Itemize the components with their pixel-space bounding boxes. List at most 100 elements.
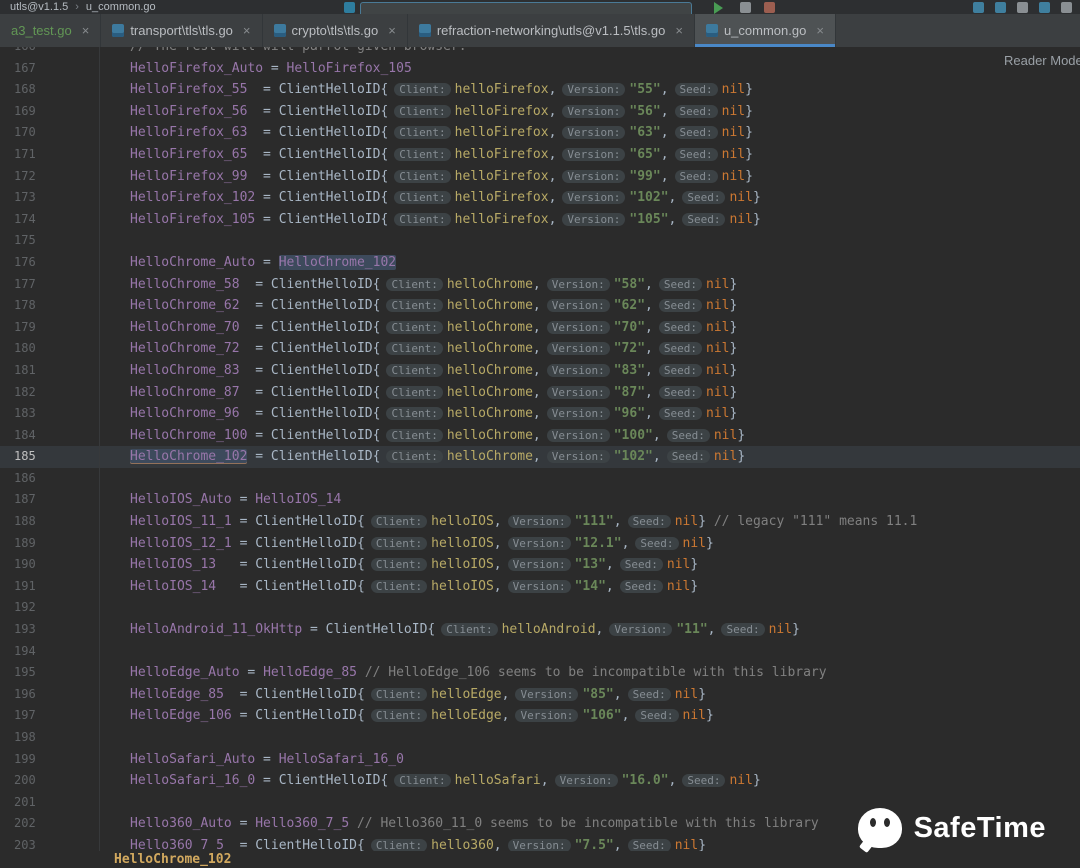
line-number[interactable]: 173 <box>0 187 100 209</box>
line-number[interactable]: 191 <box>0 576 100 598</box>
build-icon[interactable] <box>740 2 751 13</box>
code-line[interactable]: 200HelloSafari_16_0 = ClientHelloID{Clie… <box>0 770 1080 792</box>
code-text: HelloIOS_12_1 = ClientHelloID{Client:hel… <box>100 533 714 555</box>
breadcrumb-module[interactable]: utls@v1.1.5 <box>10 1 68 13</box>
code-line[interactable]: 180HelloChrome_72 = ClientHelloID{Client… <box>0 338 1080 360</box>
line-number[interactable]: 196 <box>0 684 100 706</box>
code-line[interactable]: 184HelloChrome_100 = ClientHelloID{Clien… <box>0 425 1080 447</box>
code-text: HelloSafari_16_0 = ClientHelloID{Client:… <box>100 770 761 792</box>
line-number[interactable]: 190 <box>0 554 100 576</box>
line-number[interactable]: 167 <box>0 58 100 80</box>
editor-tab[interactable]: crypto\tls\tls.go× <box>263 14 408 47</box>
code-line[interactable]: 176HelloChrome_Auto = HelloChrome_102 <box>0 252 1080 274</box>
tab-close-icon[interactable]: × <box>243 23 251 38</box>
line-number[interactable]: 178 <box>0 295 100 317</box>
line-number[interactable]: 176 <box>0 252 100 274</box>
run-button[interactable] <box>714 2 723 14</box>
profiler-icon[interactable] <box>973 2 984 13</box>
line-number[interactable]: 175 <box>0 230 100 252</box>
code-line[interactable]: 193HelloAndroid_11_OkHttp = ClientHelloI… <box>0 619 1080 641</box>
notifications-bell-icon[interactable] <box>1039 2 1050 13</box>
line-number[interactable]: 192 <box>0 597 100 619</box>
line-number[interactable]: 201 <box>0 792 100 814</box>
code-line[interactable]: 188HelloIOS_11_1 = ClientHelloID{Client:… <box>0 511 1080 533</box>
line-number[interactable]: 202 <box>0 813 100 835</box>
line-number[interactable]: 198 <box>0 727 100 749</box>
line-number[interactable]: 169 <box>0 101 100 123</box>
code-text <box>100 727 130 749</box>
reader-mode-toggle[interactable]: Reader Mode <box>1004 53 1080 68</box>
line-number[interactable]: 193 <box>0 619 100 641</box>
settings-gear-icon[interactable] <box>1017 2 1028 13</box>
breadcrumb-current-symbol[interactable]: HelloChrome_102 <box>114 852 231 867</box>
editor-tab[interactable]: transport\tls\tls.go× <box>101 14 262 47</box>
code-line[interactable]: 182HelloChrome_87 = ClientHelloID{Client… <box>0 382 1080 404</box>
code-line[interactable]: 166// The rest will will parrot given br… <box>0 47 1080 58</box>
code-line[interactable]: 171HelloFirefox_65 = ClientHelloID{Clien… <box>0 144 1080 166</box>
line-number[interactable]: 195 <box>0 662 100 684</box>
code-line[interactable]: 175 <box>0 230 1080 252</box>
code-line[interactable]: 168HelloFirefox_55 = ClientHelloID{Clien… <box>0 79 1080 101</box>
line-number[interactable]: 200 <box>0 770 100 792</box>
code-line[interactable]: 183HelloChrome_96 = ClientHelloID{Client… <box>0 403 1080 425</box>
run-config-icon[interactable] <box>344 2 355 13</box>
line-number[interactable]: 180 <box>0 338 100 360</box>
code-line[interactable]: 172HelloFirefox_99 = ClientHelloID{Clien… <box>0 166 1080 188</box>
line-number[interactable]: 189 <box>0 533 100 555</box>
search-everywhere-icon[interactable] <box>995 2 1006 13</box>
line-number[interactable]: 186 <box>0 468 100 490</box>
line-number[interactable]: 182 <box>0 382 100 404</box>
code-line[interactable]: 192 <box>0 597 1080 619</box>
line-number[interactable]: 194 <box>0 641 100 663</box>
code-line[interactable]: 167HelloFirefox_Auto = HelloFirefox_105 <box>0 58 1080 80</box>
line-number[interactable]: 183 <box>0 403 100 425</box>
layout-icon[interactable] <box>1061 2 1072 13</box>
search-field[interactable] <box>360 2 692 14</box>
line-number[interactable]: 177 <box>0 274 100 296</box>
line-number[interactable]: 166 <box>0 47 100 58</box>
line-number[interactable]: 187 <box>0 489 100 511</box>
line-number[interactable]: 199 <box>0 749 100 771</box>
code-line[interactable]: 198 <box>0 727 1080 749</box>
line-number[interactable]: 174 <box>0 209 100 231</box>
tab-close-icon[interactable]: × <box>816 23 824 38</box>
editor-tab[interactable]: u_common.go× <box>695 14 836 47</box>
code-line[interactable]: 197HelloEdge_106 = ClientHelloID{Client:… <box>0 705 1080 727</box>
line-number[interactable]: 179 <box>0 317 100 339</box>
code-line[interactable]: 181HelloChrome_83 = ClientHelloID{Client… <box>0 360 1080 382</box>
code-line[interactable]: 196HelloEdge_85 = ClientHelloID{Client:h… <box>0 684 1080 706</box>
code-line[interactable]: 191HelloIOS_14 = ClientHelloID{Client:he… <box>0 576 1080 598</box>
code-line[interactable]: 189HelloIOS_12_1 = ClientHelloID{Client:… <box>0 533 1080 555</box>
editor-tab[interactable]: refraction-networking\utls@v1.1.5\tls.go… <box>408 14 695 47</box>
line-number[interactable]: 185 <box>0 446 100 468</box>
code-line[interactable]: 177HelloChrome_58 = ClientHelloID{Client… <box>0 274 1080 296</box>
line-number[interactable]: 170 <box>0 122 100 144</box>
breadcrumb-file[interactable]: u_common.go <box>86 1 156 13</box>
code-line[interactable]: 187HelloIOS_Auto = HelloIOS_14 <box>0 489 1080 511</box>
line-number[interactable]: 168 <box>0 79 100 101</box>
line-number[interactable]: 181 <box>0 360 100 382</box>
code-line[interactable]: 194 <box>0 641 1080 663</box>
code-line[interactable]: 199HelloSafari_Auto = HelloSafari_16_0 <box>0 749 1080 771</box>
code-editor[interactable]: 166// The rest will will parrot given br… <box>0 47 1080 868</box>
line-number[interactable]: 188 <box>0 511 100 533</box>
code-line[interactable]: 178HelloChrome_62 = ClientHelloID{Client… <box>0 295 1080 317</box>
line-number[interactable]: 172 <box>0 166 100 188</box>
editor-tab[interactable]: a3_test.go× <box>0 14 101 47</box>
tab-close-icon[interactable]: × <box>388 23 396 38</box>
code-line[interactable]: 190HelloIOS_13 = ClientHelloID{Client:he… <box>0 554 1080 576</box>
code-line[interactable]: 169HelloFirefox_56 = ClientHelloID{Clien… <box>0 101 1080 123</box>
code-line[interactable]: 185HelloChrome_102 = ClientHelloID{Clien… <box>0 446 1080 468</box>
code-line[interactable]: 174HelloFirefox_105 = ClientHelloID{Clie… <box>0 209 1080 231</box>
line-number[interactable]: 184 <box>0 425 100 447</box>
code-line[interactable]: 186 <box>0 468 1080 490</box>
debug-icon[interactable] <box>764 2 775 13</box>
code-line[interactable]: 195HelloEdge_Auto = HelloEdge_85 // Hell… <box>0 662 1080 684</box>
code-line[interactable]: 170HelloFirefox_63 = ClientHelloID{Clien… <box>0 122 1080 144</box>
tab-close-icon[interactable]: × <box>82 23 90 38</box>
tab-close-icon[interactable]: × <box>675 23 683 38</box>
code-line[interactable]: 173HelloFirefox_102 = ClientHelloID{Clie… <box>0 187 1080 209</box>
line-number[interactable]: 197 <box>0 705 100 727</box>
code-line[interactable]: 179HelloChrome_70 = ClientHelloID{Client… <box>0 317 1080 339</box>
line-number[interactable]: 171 <box>0 144 100 166</box>
